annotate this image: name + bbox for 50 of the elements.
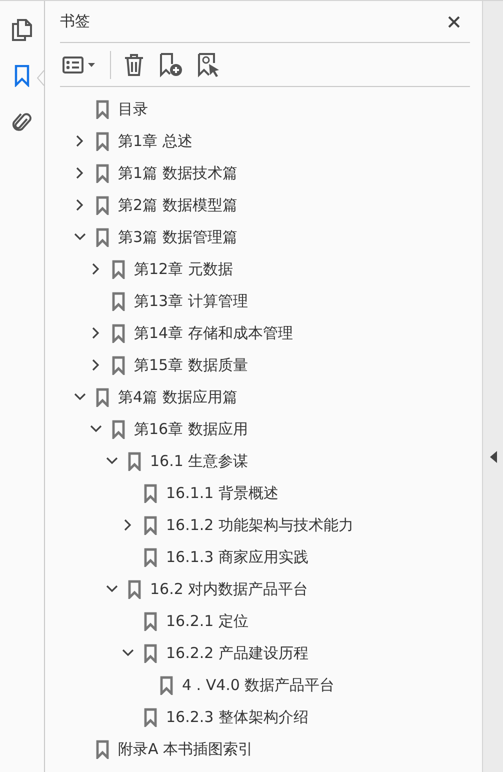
bookmark-item[interactable]: 16.2.1 定位 <box>166 612 248 630</box>
panel-title: 书签 <box>60 12 90 31</box>
bookmark-item[interactable]: 16.1 生意参谋 <box>150 452 248 470</box>
bookmark-item[interactable]: 第2篇 数据模型篇 <box>118 196 238 214</box>
bookmark-item[interactable]: 附录A 本书插图索引 <box>118 740 254 758</box>
bookmark-item[interactable]: 16.1.1 背景概述 <box>166 484 278 502</box>
bookmark-icon <box>112 420 125 438</box>
bookmark-icon <box>96 132 109 150</box>
chevron-down-icon[interactable] <box>104 457 120 465</box>
bookmark-item[interactable]: 第1篇 数据技术篇 <box>118 164 238 182</box>
bookmark-icon <box>96 100 109 118</box>
bookmark-item[interactable]: 第12章 元数据 <box>134 260 233 278</box>
bookmark-icon <box>144 612 157 630</box>
bookmark-item[interactable]: 第15章 数据质量 <box>134 356 248 374</box>
bookmark-icon <box>112 260 125 278</box>
bookmark-item[interactable]: 第3篇 数据管理篇 <box>118 228 238 246</box>
bookmark-icon <box>144 484 157 502</box>
bookmark-icon <box>112 292 125 310</box>
bookmark-icon <box>160 676 173 694</box>
bookmark-item[interactable]: 第14章 存储和成本管理 <box>134 324 293 342</box>
bookmark-icon <box>112 324 125 342</box>
bookmark-item[interactable]: 16.2 对内数据产品平台 <box>150 580 308 598</box>
bookmark-item[interactable]: 第4篇 数据应用篇 <box>118 388 238 406</box>
bookmark-icon <box>96 164 109 182</box>
bookmark-item[interactable]: 第16章 数据应用 <box>134 420 248 438</box>
chevron-down-icon[interactable] <box>88 425 104 433</box>
collapse-handle[interactable] <box>488 448 498 464</box>
bookmark-icon <box>128 580 141 598</box>
bookmark-item[interactable]: 4 . V4.0 数据产品平台 <box>182 676 335 694</box>
bookmark-item[interactable]: 第13章 计算管理 <box>134 292 248 310</box>
bookmark-icon <box>144 516 157 534</box>
bookmark-icon <box>96 196 109 214</box>
bookmark-icon <box>112 356 125 374</box>
chevron-down-icon[interactable] <box>104 585 120 593</box>
bookmark-icon <box>96 388 109 406</box>
bookmark-icon <box>144 708 157 726</box>
bookmark-icon <box>144 644 157 662</box>
bookmark-icon <box>128 452 141 470</box>
bookmark-item[interactable]: 16.2.2 产品建设历程 <box>166 644 308 662</box>
chevron-down-icon[interactable] <box>72 393 88 401</box>
bookmark-item[interactable]: 16.1.2 功能架构与技术能力 <box>166 516 354 534</box>
bookmark-icon <box>96 228 109 246</box>
bookmark-item[interactable]: 目录 <box>118 100 148 118</box>
bookmark-item[interactable]: 16.2.3 整体架构介绍 <box>166 708 308 726</box>
bookmark-item[interactable]: 第1章 总述 <box>118 132 192 150</box>
bookmark-icon <box>96 740 109 758</box>
bookmark-icon <box>144 548 157 566</box>
bookmark-item[interactable]: 16.1.3 商家应用实践 <box>166 548 308 566</box>
chevron-down-icon[interactable] <box>72 233 88 241</box>
chevron-down-icon[interactable] <box>120 649 136 657</box>
